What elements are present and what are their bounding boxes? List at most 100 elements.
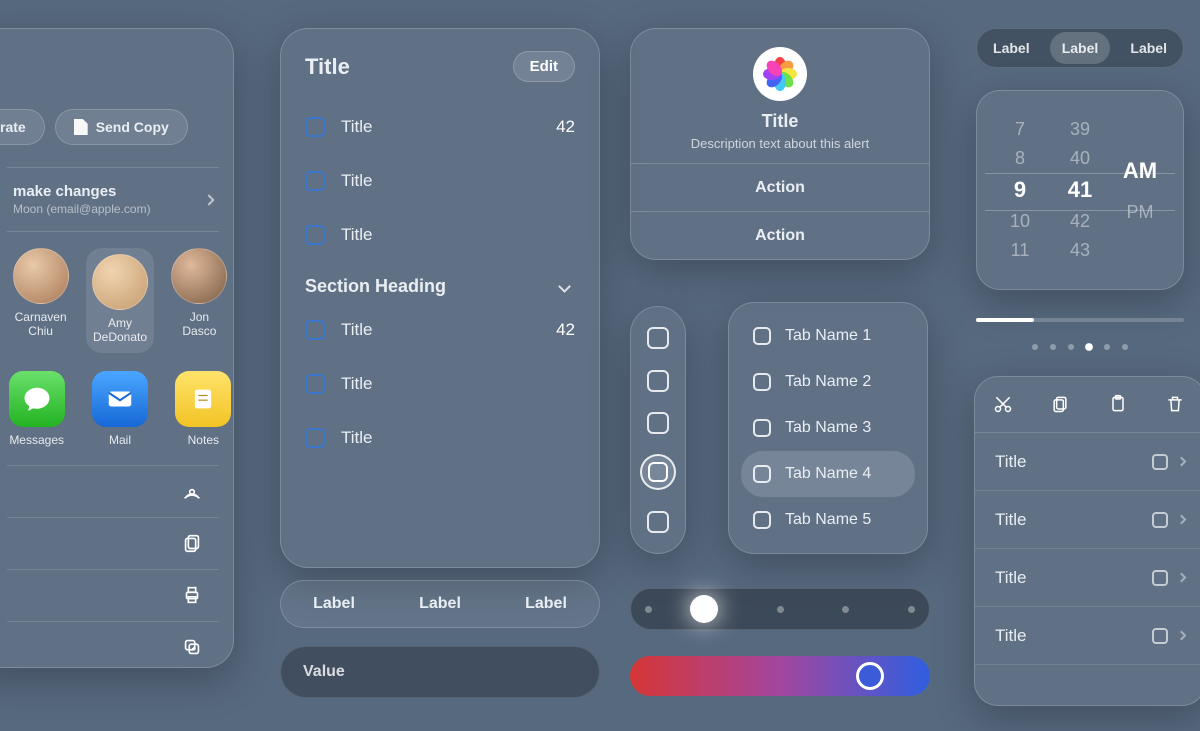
progress-fill	[976, 318, 1034, 322]
progress-bar	[976, 318, 1184, 322]
send-copy-button[interactable]: Send Copy	[55, 109, 188, 145]
app-notes[interactable]: Notes	[174, 371, 233, 447]
list-row[interactable]: Title	[305, 208, 575, 262]
page-dot[interactable]	[1122, 344, 1128, 350]
paste-icon[interactable]	[1108, 394, 1130, 416]
copy-icon	[181, 532, 203, 554]
alert-action-secondary[interactable]: Action	[631, 211, 929, 259]
person-jon[interactable]: JonDasco	[166, 248, 233, 353]
page-dot[interactable]	[1104, 344, 1110, 350]
list-row[interactable]: Title42	[305, 100, 575, 154]
square-icon	[1152, 628, 1168, 644]
section-header[interactable]: Section Heading	[305, 276, 575, 297]
make-changes-title: make changes	[13, 182, 151, 202]
segment-1[interactable]: Label	[981, 32, 1042, 64]
color-slider[interactable]	[630, 656, 930, 696]
tab-row[interactable]: Tab Name 1	[741, 313, 915, 359]
tab-row[interactable]: Tab Name 3	[741, 405, 915, 451]
tab-item[interactable]: Label	[419, 595, 461, 613]
tab-label: Tab Name 5	[785, 511, 871, 529]
mail-icon	[92, 371, 148, 427]
checkbox-icon[interactable]	[305, 428, 325, 448]
strip-tab-4-selected[interactable]	[640, 454, 676, 490]
slider-tick	[645, 606, 652, 613]
duplicate-icon	[181, 636, 203, 658]
share-sheet-panel: rate Send Copy make changes Moon (email@…	[0, 28, 234, 668]
selection-band	[985, 173, 1175, 211]
chevron-right-icon	[1177, 573, 1187, 583]
color-slider-thumb[interactable]	[856, 662, 884, 690]
list-row[interactable]: Title	[305, 411, 575, 465]
square-icon	[753, 373, 771, 391]
make-changes-subtitle: Moon (email@apple.com)	[13, 202, 151, 218]
action-duplicate[interactable]	[7, 621, 219, 673]
person-carnaven[interactable]: CarnavenChiu	[7, 248, 74, 353]
app-mail[interactable]: Mail	[90, 371, 149, 447]
segment-2-selected[interactable]: Label	[1050, 32, 1111, 64]
tab-row[interactable]: Tab Name 2	[741, 359, 915, 405]
list-row[interactable]: Title	[305, 357, 575, 411]
segment-3[interactable]: Label	[1118, 32, 1179, 64]
checkbox-icon[interactable]	[305, 171, 325, 191]
person-amy[interactable]: AmyDeDonato	[86, 248, 154, 353]
action-print[interactable]	[7, 569, 219, 621]
strip-tab-2[interactable]	[647, 370, 669, 392]
page-dot-selected[interactable]	[1085, 343, 1093, 351]
strip-tab-3[interactable]	[647, 412, 669, 434]
tab-item[interactable]: Label	[313, 595, 355, 613]
page-dot[interactable]	[1050, 344, 1056, 350]
page-dot[interactable]	[1032, 344, 1038, 350]
value-input[interactable]: Value	[280, 646, 600, 698]
collaborate-button[interactable]: rate	[0, 109, 45, 145]
tab-item[interactable]: Label	[525, 595, 567, 613]
checkbox-icon[interactable]	[305, 225, 325, 245]
people-row: CarnavenChiu AmyDeDonato JonDasco	[7, 248, 233, 353]
collaborate-label: rate	[0, 119, 26, 135]
avatar-icon	[171, 248, 227, 304]
slider-thumb[interactable]	[690, 595, 718, 623]
chevron-right-icon	[1177, 457, 1187, 467]
alert-action-primary[interactable]: Action	[631, 163, 929, 211]
page-dot[interactable]	[1068, 344, 1074, 350]
time-picker[interactable]: 7 8 9 10 11 39 40 41 42 43 AM PM	[976, 90, 1184, 290]
chevron-down-icon	[558, 280, 571, 293]
square-icon	[1152, 512, 1168, 528]
apps-row: Messages Mail Notes	[7, 371, 233, 447]
strip-tab-1[interactable]	[647, 327, 669, 349]
checkbox-icon[interactable]	[305, 320, 325, 340]
segmented-control: Label Label Label	[976, 28, 1184, 68]
strip-tab-5[interactable]	[647, 511, 669, 533]
slider-tick	[842, 606, 849, 613]
discrete-slider[interactable]	[630, 588, 930, 630]
list-row[interactable]: Title	[975, 607, 1200, 665]
copy-icon[interactable]	[1050, 394, 1072, 416]
action-list	[7, 465, 219, 673]
list-row[interactable]: Title42	[305, 303, 575, 357]
list-row[interactable]: Title	[975, 491, 1200, 549]
tab-row-selected[interactable]: Tab Name 4	[741, 451, 915, 497]
icon-tab-strip	[630, 306, 686, 554]
tab-list-panel: Tab Name 1 Tab Name 2 Tab Name 3 Tab Nam…	[728, 302, 928, 554]
chevron-right-icon	[1177, 631, 1187, 641]
square-icon	[753, 511, 771, 529]
printer-icon	[181, 584, 203, 606]
app-messages[interactable]: Messages	[7, 371, 66, 447]
action-copy[interactable]	[7, 517, 219, 569]
chevron-right-icon	[203, 194, 214, 205]
tab-row[interactable]: Tab Name 5	[741, 497, 915, 543]
checkbox-icon[interactable]	[305, 374, 325, 394]
square-icon	[753, 419, 771, 437]
checkbox-icon[interactable]	[305, 117, 325, 137]
page-indicator[interactable]	[976, 344, 1184, 350]
list-row[interactable]: Title	[975, 549, 1200, 607]
list-row[interactable]: Title	[305, 154, 575, 208]
cut-icon[interactable]	[993, 394, 1015, 416]
list-row[interactable]: Title	[975, 433, 1200, 491]
action-airdrop[interactable]	[7, 465, 219, 517]
make-changes-row[interactable]: make changes Moon (email@apple.com)	[7, 167, 219, 232]
square-icon	[753, 327, 771, 345]
edit-button[interactable]: Edit	[513, 51, 575, 82]
square-icon	[753, 465, 771, 483]
trash-icon[interactable]	[1165, 394, 1187, 416]
section-heading-label: Section Heading	[305, 276, 446, 297]
